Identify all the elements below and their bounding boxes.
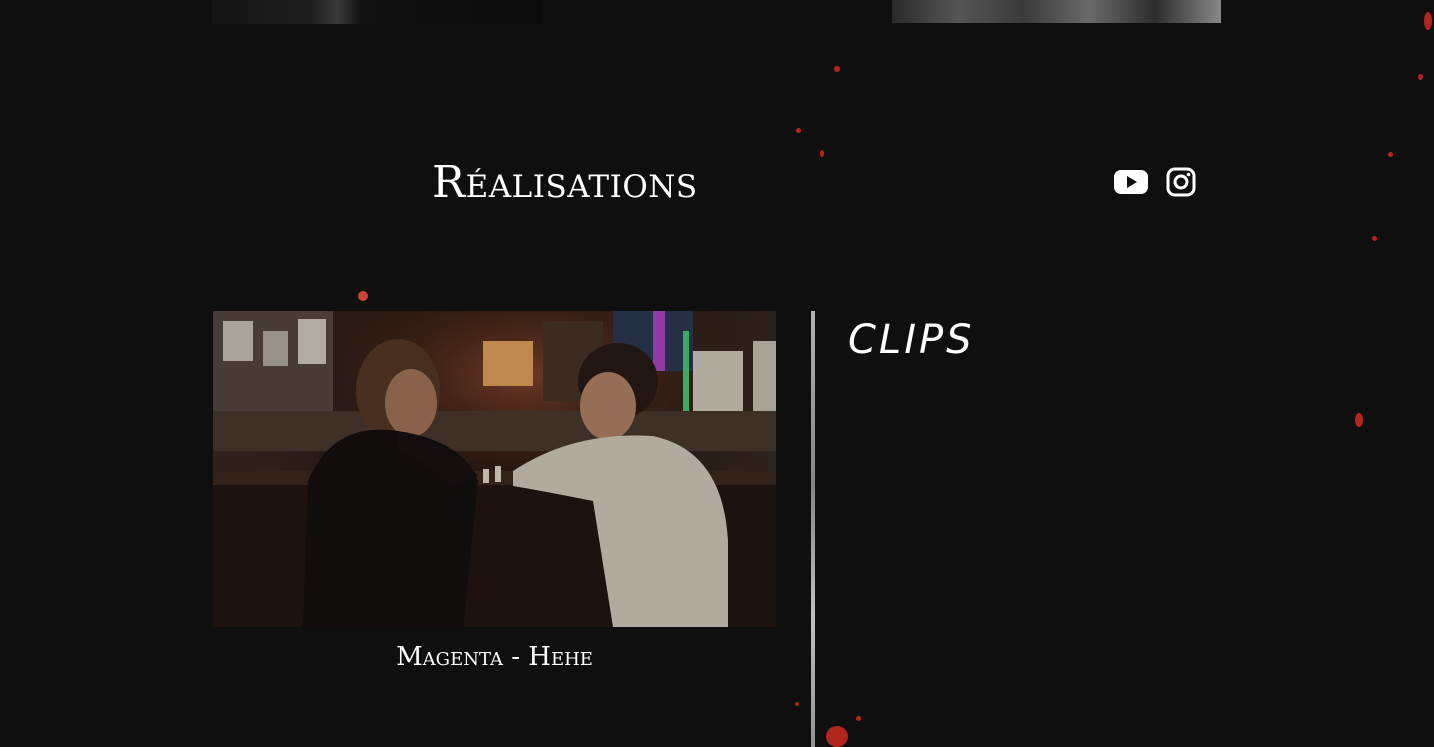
- instagram-icon[interactable]: [1165, 164, 1197, 204]
- youtube-icon[interactable]: [1113, 164, 1149, 204]
- gallery-image-top-right[interactable]: [892, 0, 1221, 23]
- video-title[interactable]: Magenta - Hehe: [213, 636, 776, 678]
- gallery-image-top-left[interactable]: [212, 0, 542, 24]
- bar-scene-image: [213, 311, 776, 627]
- vertical-divider: [811, 311, 815, 747]
- video-thumbnail[interactable]: [213, 311, 776, 627]
- category-label: CLIPS: [848, 317, 975, 363]
- social-links: [1113, 164, 1197, 204]
- section-heading: Réalisations: [432, 157, 698, 208]
